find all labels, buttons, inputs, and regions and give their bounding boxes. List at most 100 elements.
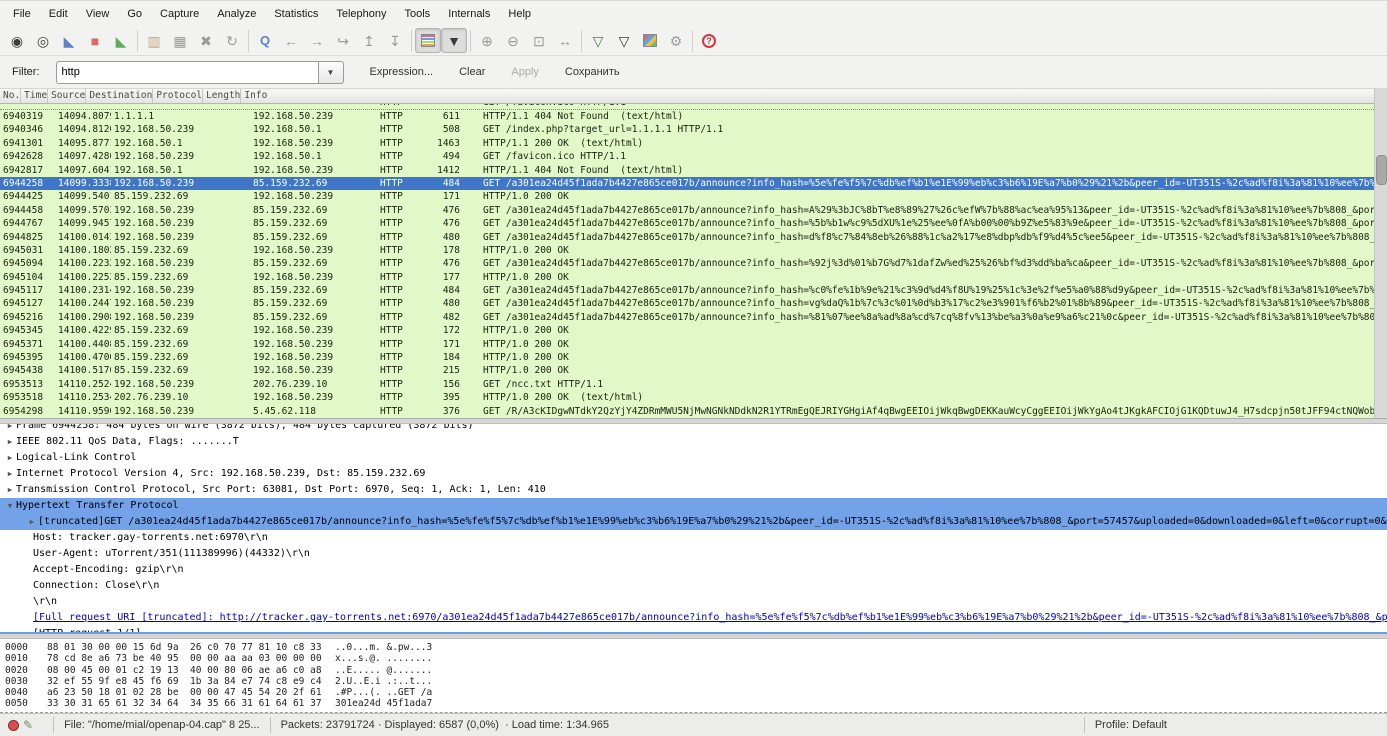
- detail-http-crlf[interactable]: \r\n: [0, 594, 1387, 610]
- go-to-top-button[interactable]: ↥: [356, 28, 382, 53]
- packet-row[interactable]: 6945395 14100.47001 85.159.232.69 192.16…: [0, 351, 1374, 364]
- menu-view[interactable]: View: [79, 6, 117, 22]
- packet-row[interactable]: 6954298 14110.95903 192.168.50.239 5.45.…: [0, 405, 1374, 418]
- detail-full-request-uri[interactable]: [Full request URI [truncated]: http://tr…: [0, 610, 1387, 626]
- packet-no: 6945438: [0, 364, 55, 377]
- display-filters-button[interactable]: ▽: [611, 28, 637, 53]
- statusbar-profile[interactable]: Profile: Default: [1095, 719, 1167, 731]
- column-header-source[interactable]: Source: [48, 89, 86, 103]
- packet-row[interactable]: 6944767 14099.94571 192.168.50.239 85.15…: [0, 217, 1374, 230]
- colorize-packets-toggle[interactable]: [415, 28, 441, 53]
- detail-http[interactable]: ▼ Hypertext Transfer Protocol: [0, 498, 1387, 514]
- close-file-button[interactable]: ✖: [193, 28, 219, 53]
- detail-tcp[interactable]: ▶ Transmission Control Protocol, Src Por…: [0, 482, 1387, 498]
- hex-row[interactable]: 0000 88 01 30 00 00 15 6d 9a 26 c0 70 77…: [0, 642, 1387, 653]
- go-to-packet-button[interactable]: ↪: [330, 28, 356, 53]
- filter-input[interactable]: [56, 61, 318, 84]
- go-back-button[interactable]: ←: [278, 28, 304, 53]
- menu-tools[interactable]: Tools: [398, 6, 438, 22]
- column-header-info[interactable]: Info: [241, 89, 1374, 103]
- packet-row[interactable]: 6945094 14100.22321 192.168.50.239 85.15…: [0, 257, 1374, 270]
- start-capture-button[interactable]: ◣: [56, 28, 82, 53]
- packet-row[interactable]: 6944458 14099.57036 192.168.50.239 85.15…: [0, 204, 1374, 217]
- menu-help[interactable]: Help: [501, 6, 538, 22]
- packet-row[interactable]: 6945438 14100.51762 85.159.232.69 192.16…: [0, 364, 1374, 377]
- expander-icon[interactable]: ▶: [4, 434, 16, 450]
- hex-row[interactable]: 0020 08 00 45 00 01 c2 19 13 40 00 80 06…: [0, 665, 1387, 676]
- zoom-in-button[interactable]: ⊕: [474, 28, 500, 53]
- detail-ip[interactable]: ▶ Internet Protocol Version 4, Src: 192.…: [0, 466, 1387, 482]
- packet-row[interactable]: 6944825 14100.01432 192.168.50.239 85.15…: [0, 231, 1374, 244]
- column-header-no[interactable]: No.: [0, 89, 21, 103]
- menu-edit[interactable]: Edit: [42, 6, 75, 22]
- packet-row[interactable]: 6944258 14099.33382 192.168.50.239 85.15…: [0, 177, 1374, 190]
- capture-options-button[interactable]: ◎: [30, 28, 56, 53]
- hex-row[interactable]: 0050 33 30 31 65 61 32 34 64 34 35 66 31…: [0, 698, 1387, 709]
- expander-icon[interactable]: ▶: [4, 482, 16, 498]
- menu-telephony[interactable]: Telephony: [329, 6, 393, 22]
- menu-go[interactable]: Go: [120, 6, 149, 22]
- detail-http-accept-encoding[interactable]: Accept-Encoding: gzip\r\n: [0, 562, 1387, 578]
- menu-analyze[interactable]: Analyze: [210, 6, 263, 22]
- packet-row[interactable]: 6945104 14100.22527 85.159.232.69 192.16…: [0, 271, 1374, 284]
- expert-info-icon[interactable]: [8, 720, 19, 731]
- expander-icon[interactable]: ▶: [4, 424, 16, 434]
- zoom-out-button[interactable]: ⊖: [500, 28, 526, 53]
- column-header-time[interactable]: Time: [21, 89, 48, 103]
- packet-row[interactable]: 6945031 14100.18022 85.159.232.69 192.16…: [0, 244, 1374, 257]
- filter-label-button[interactable]: Filter:: [8, 63, 44, 81]
- packet-row[interactable]: 6944425 14099.54015 85.159.232.69 192.16…: [0, 190, 1374, 203]
- detail-http-user-agent[interactable]: User-Agent: uTorrent/351(111389996)(4433…: [0, 546, 1387, 562]
- column-header-protocol[interactable]: Protocol: [153, 89, 203, 103]
- find-packet-button[interactable]: Q: [252, 28, 278, 53]
- capture-comment-icon[interactable]: ✎: [23, 718, 33, 732]
- column-header-destination[interactable]: Destination: [86, 89, 153, 103]
- save-filter-button[interactable]: Сохранить: [565, 66, 620, 78]
- stop-capture-button[interactable]: ■: [82, 28, 108, 53]
- apply-button[interactable]: Apply: [511, 66, 539, 78]
- filter-combo-button[interactable]: ▼: [318, 61, 344, 84]
- column-header-length[interactable]: Length: [203, 89, 241, 103]
- packet-row[interactable]: 6942628 14097.42802 192.168.50.239 192.1…: [0, 150, 1374, 163]
- menu-capture[interactable]: Capture: [153, 6, 206, 22]
- scrollbar-thumb[interactable]: [1376, 155, 1387, 185]
- packet-row[interactable]: 6953518 14110.25343 202.76.239.10 192.16…: [0, 391, 1374, 404]
- hex-row[interactable]: 0030 32 ef 55 9f e8 45 f6 69 1b 3a 84 e7…: [0, 676, 1387, 687]
- detail-http-connection[interactable]: Connection: Close\r\n: [0, 578, 1387, 594]
- hex-row[interactable]: 0010 78 cd 8e a6 73 be 40 95 00 00 aa aa…: [0, 653, 1387, 664]
- packet-row[interactable]: 6953513 14110.25241 192.168.50.239 202.7…: [0, 378, 1374, 391]
- clear-button[interactable]: Clear: [459, 66, 485, 78]
- detail-llc[interactable]: ▶ Logical-Link Control: [0, 450, 1387, 466]
- packet-row[interactable]: 6945216 14100.29080 192.168.50.239 85.15…: [0, 311, 1374, 324]
- expander-icon[interactable]: ▼: [4, 498, 16, 514]
- expander-icon[interactable]: ▶: [4, 450, 16, 466]
- packet-row[interactable]: 6945371 14100.44082 85.159.232.69 192.16…: [0, 338, 1374, 351]
- packet-row[interactable]: 6940346 14094.81209 192.168.50.239 192.1…: [0, 123, 1374, 136]
- coloring-rules-button[interactable]: [637, 28, 663, 53]
- packet-row[interactable]: 6940319 14094.80799 1.1.1.1 192.168.50.2…: [0, 110, 1374, 123]
- expander-icon[interactable]: ▶: [4, 466, 16, 482]
- expander-icon[interactable]: ▶: [26, 514, 38, 530]
- open-file-button[interactable]: ▥: [141, 28, 167, 53]
- menu-internals[interactable]: Internals: [441, 6, 497, 22]
- packet-row[interactable]: 6945345 14100.42290 85.159.232.69 192.16…: [0, 324, 1374, 337]
- packet-row[interactable]: 6941301 14095.87711 192.168.50.1 192.168…: [0, 137, 1374, 150]
- hex-row[interactable]: 0040 a6 23 50 18 01 02 28 be 00 00 47 45…: [0, 687, 1387, 698]
- expression-button[interactable]: Expression...: [370, 66, 434, 78]
- capture-filters-button[interactable]: ▽: [585, 28, 611, 53]
- packet-row[interactable]: 6942817 14097.60415 192.168.50.1 192.168…: [0, 164, 1374, 177]
- zoom-100-button[interactable]: ⊡: [526, 28, 552, 53]
- detail-frame[interactable]: ▶ Frame 6944258: 484 bytes on wire (3872…: [0, 424, 1387, 434]
- menu-statistics[interactable]: Statistics: [267, 6, 325, 22]
- help-button[interactable]: ?: [696, 28, 722, 53]
- detail-http-host[interactable]: Host: tracker.gay-torrents.net:6970\r\n: [0, 530, 1387, 546]
- packet-row[interactable]: 6945117 14100.23141 192.168.50.239 85.15…: [0, 284, 1374, 297]
- detail-http-request-line[interactable]: ▶ [truncated]GET /a301ea24d45f1ada7b4427…: [0, 514, 1387, 530]
- save-file-button[interactable]: ▦: [167, 28, 193, 53]
- packet-list-scrollbar[interactable]: [1374, 89, 1387, 418]
- list-interfaces-button[interactable]: ◉: [4, 28, 30, 53]
- menu-file[interactable]: File: [6, 6, 38, 22]
- go-forward-button[interactable]: →: [304, 28, 330, 53]
- packet-row[interactable]: 6945127 14100.24472 192.168.50.239 85.15…: [0, 297, 1374, 310]
- detail-ieee80211[interactable]: ▶ IEEE 802.11 QoS Data, Flags: .......T: [0, 434, 1387, 450]
